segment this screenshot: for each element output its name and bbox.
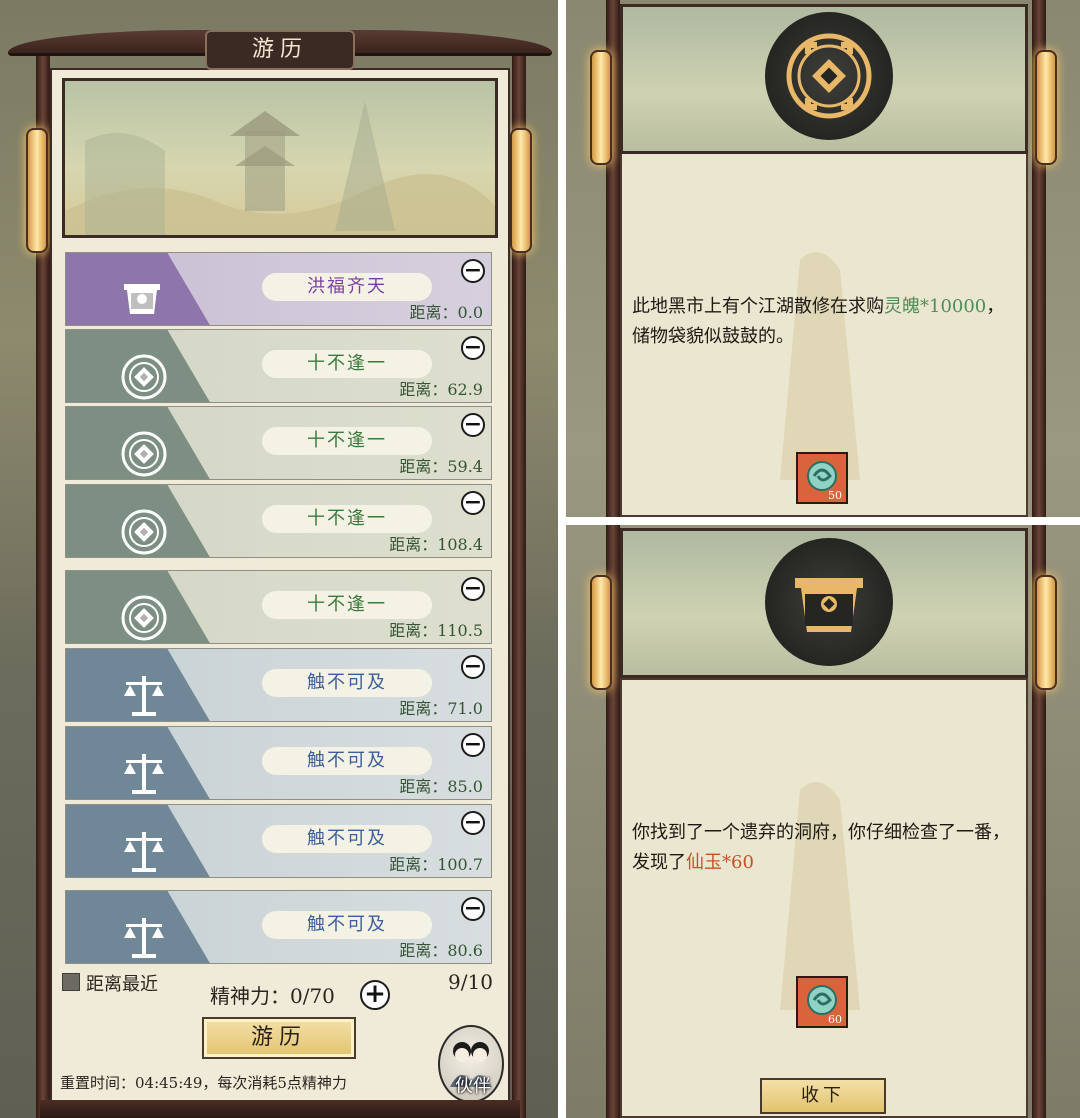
row-distance: 距离：62.9	[399, 380, 483, 399]
row-title: 触不可及	[262, 747, 432, 775]
divider	[565, 517, 1080, 525]
travel-count: 9/10	[448, 970, 493, 994]
row-distance: 距离：80.6	[399, 941, 483, 960]
row-emblem	[66, 649, 211, 721]
mountain-illustration	[780, 782, 860, 1010]
row-distance: 距离：100.7	[389, 855, 483, 874]
event-highlight: 灵魄*10000	[884, 296, 987, 317]
remove-row-button[interactable]: −	[461, 259, 485, 283]
travel-button[interactable]: 游历	[202, 1017, 356, 1059]
row-emblem	[66, 891, 211, 963]
travel-row[interactable]: 十不逢一距离：59.4 −	[65, 406, 492, 480]
sort-nearest-checkbox[interactable]	[62, 973, 80, 991]
reset-info: 重置时间：04:45:49，每次消耗5点精神力	[60, 1074, 347, 1092]
travel-row[interactable]: 十不逢一距离：62.9 −	[65, 329, 492, 403]
row-emblem	[66, 330, 211, 402]
chest-icon	[795, 578, 863, 632]
lantern-icon	[510, 128, 532, 253]
row-title: 触不可及	[262, 669, 432, 697]
row-emblem	[66, 485, 211, 557]
sort-nearest-label: 距离最近	[86, 974, 158, 995]
pagoda-illustration	[65, 101, 495, 235]
row-title: 十不逢一	[262, 591, 432, 619]
reward-qty: 50	[828, 489, 842, 502]
travel-row[interactable]: 触不可及距离：100.7 −	[65, 804, 492, 878]
remove-row-button[interactable]: −	[461, 897, 485, 921]
add-stamina-button[interactable]: +	[360, 980, 390, 1010]
remove-row-button[interactable]: −	[461, 413, 485, 437]
event-text: 你找到了一个遗弃的洞府，你仔细检查了一番，发现了仙玉*60	[632, 818, 1012, 878]
event-highlight: 仙玉*60	[686, 852, 754, 873]
row-emblem	[66, 805, 211, 877]
remove-row-button[interactable]: −	[461, 655, 485, 679]
lantern-icon	[26, 128, 48, 253]
row-distance: 距离：108.4	[389, 535, 483, 554]
remove-row-button[interactable]: −	[461, 336, 485, 360]
travel-row[interactable]: 十不逢一距离：108.4 −	[65, 484, 492, 558]
row-title: 洪福齐天	[262, 273, 432, 301]
scroll-base	[40, 1100, 520, 1118]
row-distance: 距离：110.5	[389, 621, 483, 640]
event-medal	[765, 12, 893, 140]
row-emblem	[66, 407, 211, 479]
lantern-icon	[1035, 50, 1057, 165]
row-title: 十不逢一	[262, 427, 432, 455]
remove-row-button[interactable]: −	[461, 811, 485, 835]
scenery-banner	[62, 78, 498, 238]
accept-button[interactable]: 收下	[760, 1078, 886, 1114]
row-emblem	[66, 253, 211, 325]
row-emblem	[66, 571, 211, 643]
travel-row[interactable]: 洪福齐天距离：0.0 −	[65, 252, 492, 326]
event-medal	[765, 538, 893, 666]
mountain-illustration	[780, 252, 860, 480]
partner-label: 伙伴	[455, 1076, 491, 1097]
coin-icon	[786, 33, 872, 119]
row-title: 触不可及	[262, 911, 432, 939]
remove-row-button[interactable]: −	[461, 577, 485, 601]
lantern-icon	[590, 50, 612, 165]
panel-title: 游历	[205, 30, 355, 70]
row-distance: 距离：71.0	[399, 699, 483, 718]
reward-item[interactable]: 60	[796, 976, 848, 1028]
event-text: 此地黑市上有个江湖散修在求购灵魄*10000，储物袋貌似鼓鼓的。	[632, 292, 1012, 352]
row-distance: 距离：59.4	[399, 457, 483, 476]
travel-row[interactable]: 触不可及距离：80.6 −	[65, 890, 492, 964]
row-title: 触不可及	[262, 825, 432, 853]
lantern-icon	[1035, 575, 1057, 690]
reward-qty: 60	[828, 1013, 842, 1026]
remove-row-button[interactable]: −	[461, 733, 485, 757]
travel-row[interactable]: 触不可及距离：71.0 −	[65, 648, 492, 722]
row-emblem	[66, 727, 211, 799]
row-title: 十不逢一	[262, 350, 432, 378]
travel-row[interactable]: 十不逢一距离：110.5 −	[65, 570, 492, 644]
row-distance: 距离：0.0	[409, 303, 483, 322]
row-title: 十不逢一	[262, 505, 432, 533]
stamina-label: 精神力：0/70	[210, 984, 335, 1008]
reward-item[interactable]: 50	[796, 452, 848, 504]
lantern-icon	[590, 575, 612, 690]
travel-row[interactable]: 触不可及距离：85.0 −	[65, 726, 492, 800]
divider	[558, 0, 566, 1118]
remove-row-button[interactable]: −	[461, 491, 485, 515]
row-distance: 距离：85.0	[399, 777, 483, 796]
event-text-before: 此地黑市上有个江湖散修在求购	[632, 296, 884, 317]
